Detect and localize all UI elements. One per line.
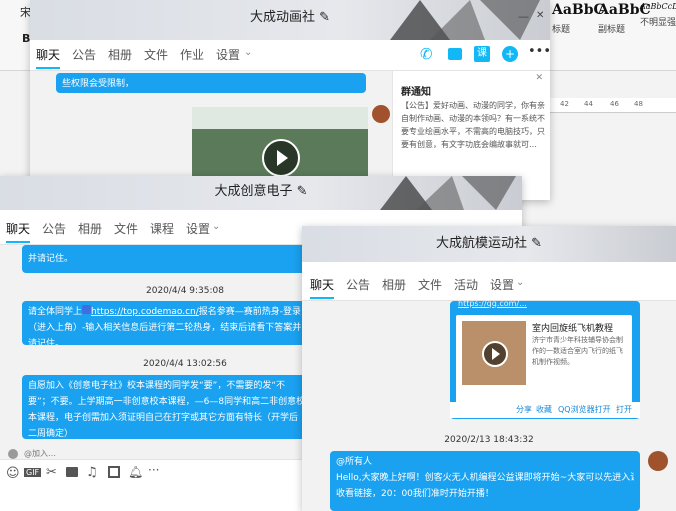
message-bubble[interactable]: 些权限会受限制， <box>56 73 366 93</box>
more-icon[interactable]: ••• <box>528 44 550 59</box>
more-icon[interactable]: ··· <box>148 463 159 477</box>
message-bubble[interactable]: 请全体同学上 https://top.codemao.cn/报名参赛—赛前热身-登… <box>22 301 312 345</box>
course-icon[interactable]: 课 <box>474 46 490 62</box>
link-card[interactable]: https://qq.com/... 室内回旋纸飞机教程 济宁市青少年科技辅导协… <box>450 299 640 419</box>
style-subtitle[interactable]: AaBbC 副标题 <box>598 2 651 42</box>
tab-chat[interactable]: 聊天 <box>310 276 335 299</box>
favorite-button[interactable]: 收藏 <box>536 404 552 415</box>
tab-files[interactable]: 文件 <box>418 276 442 293</box>
card-title: 室内回旋纸飞机教程 <box>532 324 614 334</box>
chevron-down-icon[interactable]: ⌄ <box>516 277 524 288</box>
tab-chat[interactable]: 聊天 <box>36 46 61 69</box>
qq-icon <box>82 305 92 314</box>
tab-album[interactable]: 相册 <box>382 276 406 293</box>
style-sample: AaBbCcDc <box>640 2 676 11</box>
style-sample: AaBbC <box>598 2 651 18</box>
chat-window-aviation: 大成航模运动社 ✎ 聊天 公告 相册 文件 活动 设置 ⌄ https://qq… <box>302 226 676 511</box>
card-link[interactable]: https://qq.com/... <box>458 299 636 308</box>
style-title[interactable]: AaBbC 标题 <box>552 2 605 42</box>
tab-announcement[interactable]: 公告 <box>72 46 96 63</box>
minimize-icon[interactable]: — <box>518 10 529 23</box>
card-thumbnail[interactable] <box>462 321 526 385</box>
music-icon[interactable]: ♫ <box>86 465 98 480</box>
gif-icon[interactable]: GIF <box>24 468 42 477</box>
style-label: 标题 <box>552 25 571 35</box>
tab-files[interactable]: 文件 <box>144 46 168 63</box>
tab-chat[interactable]: 聊天 <box>6 220 31 243</box>
window-title: 大成创意电子 <box>214 184 293 199</box>
tab-activity[interactable]: 活动 <box>454 276 478 293</box>
avatar[interactable] <box>372 105 390 123</box>
card-description: 济宁市青少年科技辅导协会制作的一数适合室内飞行的纸飞机制作视频。 <box>532 336 623 366</box>
tab-settings[interactable]: 设置 <box>186 220 210 237</box>
message-preview: @加入… <box>24 449 56 458</box>
title-bar[interactable]: 大成动画社 ✎ — ✕ <box>30 0 550 40</box>
phone-icon[interactable]: ✆ <box>420 45 433 63</box>
message-mention: @所有人 <box>336 457 373 467</box>
bell-icon[interactable]: 🔔︎ <box>128 465 143 479</box>
message-text: 请全体同学上 <box>28 307 83 317</box>
play-icon[interactable] <box>482 341 508 367</box>
play-icon[interactable] <box>262 139 300 177</box>
tab-announcement[interactable]: 公告 <box>346 276 370 293</box>
chevron-down-icon[interactable]: ⌄ <box>212 221 220 232</box>
style-subtle-emphasis[interactable]: AaBbCcDc 不明显强调 <box>640 2 676 42</box>
emoji-icon[interactable]: ☺ <box>6 466 20 481</box>
message-bubble[interactable]: 自愿加入《创意电子社》校本课程的同学发“要”，不需要的发“不要”；不要。上学期高… <box>22 375 312 439</box>
window-title: 大成航模运动社 <box>435 236 527 251</box>
message-link[interactable]: https://top.codemao.cn/ <box>91 307 199 317</box>
tab-homework[interactable]: 作业 <box>180 46 204 63</box>
tab-album[interactable]: 相册 <box>78 220 102 237</box>
folder-icon[interactable] <box>66 467 78 477</box>
tab-album[interactable]: 相册 <box>108 46 132 63</box>
open-in-browser-button[interactable]: QQ浏览器打开 <box>558 404 611 415</box>
tab-files[interactable]: 文件 <box>114 220 138 237</box>
card-actions: 分享 收藏 QQ浏览器打开 打开 <box>450 402 640 418</box>
edit-icon[interactable]: ✎ <box>297 184 308 199</box>
message-text: Hello,大家晚上好啊！创客火无人机编程公益课即将开始~大家可以先进入课程链接… <box>336 473 634 483</box>
tab-bar: 聊天 公告 相册 文件 活动 设置 ⌄ <box>302 270 676 301</box>
add-icon[interactable]: + <box>502 46 518 62</box>
avatar[interactable] <box>8 449 18 459</box>
chevron-down-icon[interactable]: ⌄ <box>244 47 252 58</box>
ruler-mark: 46 <box>610 100 619 108</box>
card-body: 室内回旋纸飞机教程 济宁市青少年科技辅导协会制作的一数适合室内飞行的纸飞机制作视… <box>456 315 632 403</box>
edit-icon[interactable]: ✎ <box>319 10 330 25</box>
ruler: 42 44 46 48 <box>540 98 676 113</box>
close-icon[interactable]: ✕ <box>535 73 543 83</box>
style-label: 副标题 <box>598 25 626 35</box>
style-sample: AaBbC <box>552 2 605 18</box>
title-bar[interactable]: 大成创意电子 ✎ <box>0 176 522 210</box>
edit-icon[interactable]: ✎ <box>531 236 542 251</box>
notice-text[interactable]: 【公告】爱好动画、动漫的同学，你有亲自制作动画、动漫的本领吗？有一系统不要专业绘… <box>401 99 545 165</box>
tab-course[interactable]: 课程 <box>150 220 174 237</box>
window-title: 大成动画社 <box>249 10 315 25</box>
style-label: 不明显强调 <box>640 18 676 28</box>
chat-window-animation: 大成动画社 ✎ — ✕ 聊天 公告 相册 文件 作业 设置 ⌄ ✆ 课 + ••… <box>30 0 550 200</box>
image-icon[interactable] <box>108 466 120 478</box>
video-icon[interactable] <box>448 48 462 60</box>
message-bubble[interactable]: 并请记住。 <box>22 245 312 273</box>
open-button[interactable]: 打开 <box>616 404 632 415</box>
message-text: 收看链接，20：00我们准时开始开播！ <box>336 489 494 499</box>
tab-announcement[interactable]: 公告 <box>42 220 66 237</box>
title-bar[interactable]: 大成航模运动社 ✎ <box>302 226 676 262</box>
notice-title: 群通知 <box>401 87 431 98</box>
timestamp: 2020/2/13 18:43:32 <box>444 435 534 445</box>
scissors-icon[interactable]: ✂ <box>46 465 57 480</box>
close-icon[interactable]: ✕ <box>536 10 544 21</box>
ruler-mark: 42 <box>560 100 569 108</box>
tab-settings[interactable]: 设置 <box>490 276 514 293</box>
chat-area: https://qq.com/... 室内回旋纸飞机教程 济宁市青少年科技辅导协… <box>302 299 676 511</box>
share-button[interactable]: 分享 <box>516 404 532 415</box>
tab-bar: 聊天 公告 相册 文件 作业 设置 ⌄ ✆ 课 + ••• <box>30 40 550 71</box>
tab-settings[interactable]: 设置 <box>216 46 240 63</box>
ruler-mark: 44 <box>584 100 593 108</box>
ruler-mark: 48 <box>634 100 643 108</box>
avatar[interactable] <box>648 451 668 471</box>
message-bubble[interactable]: @所有人 Hello,大家晚上好啊！创客火无人机编程公益课即将开始~大家可以先进… <box>330 451 640 511</box>
